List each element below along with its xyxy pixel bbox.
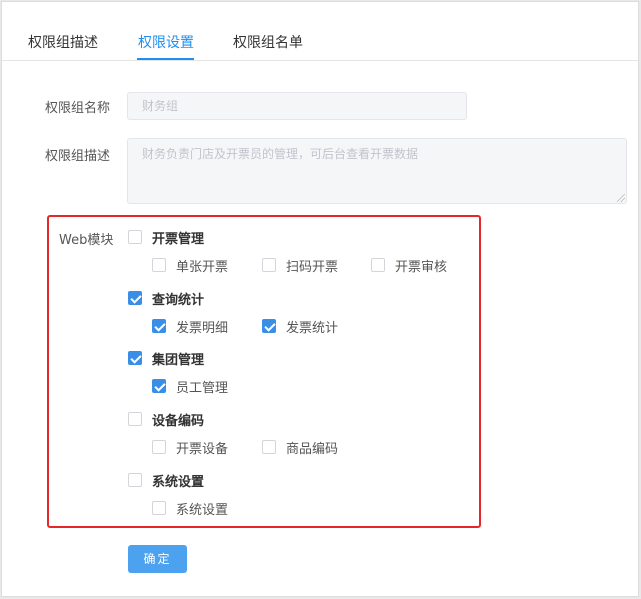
item-single-invoice-checkbox[interactable] bbox=[152, 258, 166, 272]
item-employee-management-label: 员工管理 bbox=[176, 381, 229, 396]
confirm-button[interactable]: 确定 bbox=[128, 545, 187, 573]
permission-panel: 权限组描述 权限设置 权限组名单 权限组名称 财务组 权限组描述 财务负责门店及… bbox=[1, 1, 640, 597]
module-invoice-management-title: 开票管理 bbox=[152, 232, 205, 247]
item-invoice-device-label: 开票设备 bbox=[176, 442, 229, 457]
web-module-label: Web模块 bbox=[59, 233, 114, 248]
module-group-management-title: 集团管理 bbox=[152, 353, 205, 368]
module-device-coding-title: 设备编码 bbox=[152, 414, 205, 429]
item-invoice-review-checkbox[interactable] bbox=[371, 258, 385, 272]
item-invoice-stats-checkbox[interactable] bbox=[262, 319, 276, 333]
tab-bar: 权限组描述 权限设置 权限组名单 bbox=[2, 2, 640, 61]
item-invoice-stats-label: 发票统计 bbox=[286, 321, 339, 336]
group-name-input[interactable]: 财务组 bbox=[127, 92, 467, 120]
resize-grip-icon[interactable] bbox=[617, 194, 625, 202]
module-device-coding-checkbox[interactable] bbox=[128, 412, 142, 426]
item-invoice-device-checkbox[interactable] bbox=[152, 440, 166, 454]
module-query-stats-title: 查询统计 bbox=[152, 293, 205, 308]
group-description-textarea[interactable]: 财务负责门店及开票员的管理，可后台查看开票数据 bbox=[127, 138, 627, 204]
item-system-settings-label: 系统设置 bbox=[176, 503, 229, 518]
module-query-stats-checkbox[interactable] bbox=[128, 291, 142, 305]
item-system-settings-checkbox[interactable] bbox=[152, 501, 166, 515]
module-system-settings-title: 系统设置 bbox=[152, 475, 205, 490]
tab-group-members[interactable]: 权限组名单 bbox=[233, 34, 303, 52]
group-name-label: 权限组名称 bbox=[45, 101, 111, 116]
item-invoice-detail-label: 发票明细 bbox=[176, 321, 229, 336]
item-single-invoice-label: 单张开票 bbox=[176, 260, 229, 275]
item-product-code-label: 商品编码 bbox=[286, 442, 339, 457]
group-description-placeholder: 财务负责门店及开票员的管理，可后台查看开票数据 bbox=[142, 147, 419, 161]
item-product-code-checkbox[interactable] bbox=[262, 440, 276, 454]
tab-permission-settings[interactable]: 权限设置 bbox=[138, 34, 194, 52]
tab-group-description[interactable]: 权限组描述 bbox=[28, 34, 98, 52]
module-invoice-management-checkbox[interactable] bbox=[128, 230, 142, 244]
module-system-settings-checkbox[interactable] bbox=[128, 473, 142, 487]
item-employee-management-checkbox[interactable] bbox=[152, 379, 166, 393]
active-tab-indicator bbox=[137, 58, 194, 60]
item-scan-invoice-label: 扫码开票 bbox=[286, 260, 339, 275]
module-group-management-checkbox[interactable] bbox=[128, 351, 142, 365]
item-invoice-detail-checkbox[interactable] bbox=[152, 319, 166, 333]
item-scan-invoice-checkbox[interactable] bbox=[262, 258, 276, 272]
group-description-label: 权限组描述 bbox=[45, 149, 111, 164]
item-invoice-review-label: 开票审核 bbox=[395, 260, 448, 275]
